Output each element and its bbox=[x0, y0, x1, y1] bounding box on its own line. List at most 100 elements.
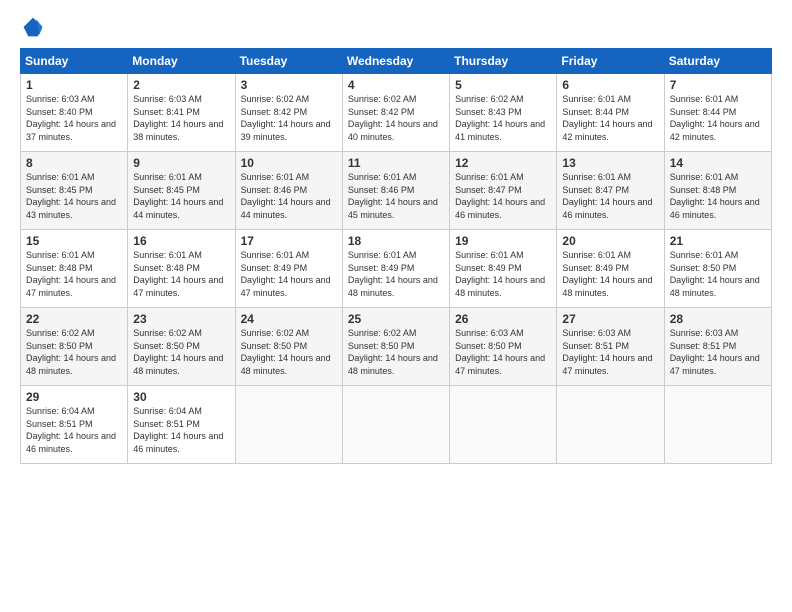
day-content: Sunrise: 6:01 AM Sunset: 8:46 PM Dayligh… bbox=[348, 171, 444, 221]
day-number: 29 bbox=[26, 390, 122, 404]
calendar-cell: 1 Sunrise: 6:03 AM Sunset: 8:40 PM Dayli… bbox=[21, 74, 128, 152]
sunrise-label: Sunrise: 6:03 AM bbox=[26, 94, 95, 104]
calendar-cell: 23 Sunrise: 6:02 AM Sunset: 8:50 PM Dayl… bbox=[128, 308, 235, 386]
day-number: 24 bbox=[241, 312, 337, 326]
sunset-label: Sunset: 8:40 PM bbox=[26, 107, 93, 117]
sunrise-label: Sunrise: 6:01 AM bbox=[455, 172, 524, 182]
day-number: 9 bbox=[133, 156, 229, 170]
daylight-label: Daylight: 14 hours and 48 minutes. bbox=[133, 353, 223, 376]
sunset-label: Sunset: 8:49 PM bbox=[241, 263, 308, 273]
daylight-label: Daylight: 14 hours and 43 minutes. bbox=[26, 197, 116, 220]
day-number: 15 bbox=[26, 234, 122, 248]
sunrise-label: Sunrise: 6:01 AM bbox=[133, 250, 202, 260]
calendar-cell: 14 Sunrise: 6:01 AM Sunset: 8:48 PM Dayl… bbox=[664, 152, 771, 230]
calendar-cell bbox=[235, 386, 342, 464]
calendar-cell: 26 Sunrise: 6:03 AM Sunset: 8:50 PM Dayl… bbox=[450, 308, 557, 386]
day-number: 7 bbox=[670, 78, 766, 92]
sunset-label: Sunset: 8:46 PM bbox=[241, 185, 308, 195]
sunrise-label: Sunrise: 6:01 AM bbox=[670, 94, 739, 104]
logo bbox=[20, 16, 44, 38]
calendar-cell bbox=[342, 386, 449, 464]
day-number: 26 bbox=[455, 312, 551, 326]
day-content: Sunrise: 6:01 AM Sunset: 8:44 PM Dayligh… bbox=[562, 93, 658, 143]
sunrise-label: Sunrise: 6:03 AM bbox=[670, 328, 739, 338]
calendar-day-header: Wednesday bbox=[342, 49, 449, 74]
sunrise-label: Sunrise: 6:01 AM bbox=[562, 250, 631, 260]
daylight-label: Daylight: 14 hours and 48 minutes. bbox=[26, 353, 116, 376]
daylight-label: Daylight: 14 hours and 42 minutes. bbox=[670, 119, 760, 142]
day-number: 27 bbox=[562, 312, 658, 326]
calendar-cell: 13 Sunrise: 6:01 AM Sunset: 8:47 PM Dayl… bbox=[557, 152, 664, 230]
sunrise-label: Sunrise: 6:01 AM bbox=[670, 172, 739, 182]
calendar-cell: 27 Sunrise: 6:03 AM Sunset: 8:51 PM Dayl… bbox=[557, 308, 664, 386]
daylight-label: Daylight: 14 hours and 46 minutes. bbox=[26, 431, 116, 454]
day-number: 3 bbox=[241, 78, 337, 92]
calendar-week-row: 1 Sunrise: 6:03 AM Sunset: 8:40 PM Dayli… bbox=[21, 74, 772, 152]
calendar-cell: 3 Sunrise: 6:02 AM Sunset: 8:42 PM Dayli… bbox=[235, 74, 342, 152]
day-content: Sunrise: 6:03 AM Sunset: 8:50 PM Dayligh… bbox=[455, 327, 551, 377]
daylight-label: Daylight: 14 hours and 45 minutes. bbox=[348, 197, 438, 220]
calendar-cell: 11 Sunrise: 6:01 AM Sunset: 8:46 PM Dayl… bbox=[342, 152, 449, 230]
day-content: Sunrise: 6:01 AM Sunset: 8:49 PM Dayligh… bbox=[562, 249, 658, 299]
sunset-label: Sunset: 8:41 PM bbox=[133, 107, 200, 117]
calendar-cell: 17 Sunrise: 6:01 AM Sunset: 8:49 PM Dayl… bbox=[235, 230, 342, 308]
sunset-label: Sunset: 8:45 PM bbox=[26, 185, 93, 195]
sunrise-label: Sunrise: 6:03 AM bbox=[562, 328, 631, 338]
day-number: 14 bbox=[670, 156, 766, 170]
daylight-label: Daylight: 14 hours and 47 minutes. bbox=[455, 353, 545, 376]
day-content: Sunrise: 6:03 AM Sunset: 8:41 PM Dayligh… bbox=[133, 93, 229, 143]
daylight-label: Daylight: 14 hours and 44 minutes. bbox=[133, 197, 223, 220]
day-content: Sunrise: 6:02 AM Sunset: 8:50 PM Dayligh… bbox=[241, 327, 337, 377]
daylight-label: Daylight: 14 hours and 48 minutes. bbox=[348, 353, 438, 376]
calendar-table: SundayMondayTuesdayWednesdayThursdayFrid… bbox=[20, 48, 772, 464]
day-content: Sunrise: 6:03 AM Sunset: 8:40 PM Dayligh… bbox=[26, 93, 122, 143]
sunset-label: Sunset: 8:50 PM bbox=[26, 341, 93, 351]
sunset-label: Sunset: 8:51 PM bbox=[26, 419, 93, 429]
calendar-cell: 16 Sunrise: 6:01 AM Sunset: 8:48 PM Dayl… bbox=[128, 230, 235, 308]
daylight-label: Daylight: 14 hours and 48 minutes. bbox=[241, 353, 331, 376]
sunrise-label: Sunrise: 6:04 AM bbox=[26, 406, 95, 416]
day-content: Sunrise: 6:03 AM Sunset: 8:51 PM Dayligh… bbox=[562, 327, 658, 377]
calendar-cell: 9 Sunrise: 6:01 AM Sunset: 8:45 PM Dayli… bbox=[128, 152, 235, 230]
calendar-day-header: Saturday bbox=[664, 49, 771, 74]
sunset-label: Sunset: 8:50 PM bbox=[133, 341, 200, 351]
sunset-label: Sunset: 8:44 PM bbox=[562, 107, 629, 117]
daylight-label: Daylight: 14 hours and 46 minutes. bbox=[455, 197, 545, 220]
day-number: 10 bbox=[241, 156, 337, 170]
day-number: 2 bbox=[133, 78, 229, 92]
calendar-day-header: Thursday bbox=[450, 49, 557, 74]
day-number: 21 bbox=[670, 234, 766, 248]
sunset-label: Sunset: 8:42 PM bbox=[241, 107, 308, 117]
sunrise-label: Sunrise: 6:01 AM bbox=[455, 250, 524, 260]
calendar-cell: 20 Sunrise: 6:01 AM Sunset: 8:49 PM Dayl… bbox=[557, 230, 664, 308]
daylight-label: Daylight: 14 hours and 47 minutes. bbox=[133, 275, 223, 298]
daylight-label: Daylight: 14 hours and 46 minutes. bbox=[562, 197, 652, 220]
sunrise-label: Sunrise: 6:01 AM bbox=[26, 172, 95, 182]
day-content: Sunrise: 6:02 AM Sunset: 8:50 PM Dayligh… bbox=[133, 327, 229, 377]
sunrise-label: Sunrise: 6:01 AM bbox=[133, 172, 202, 182]
day-number: 1 bbox=[26, 78, 122, 92]
day-number: 18 bbox=[348, 234, 444, 248]
day-number: 30 bbox=[133, 390, 229, 404]
daylight-label: Daylight: 14 hours and 47 minutes. bbox=[670, 353, 760, 376]
sunset-label: Sunset: 8:51 PM bbox=[133, 419, 200, 429]
day-number: 11 bbox=[348, 156, 444, 170]
daylight-label: Daylight: 14 hours and 47 minutes. bbox=[562, 353, 652, 376]
daylight-label: Daylight: 14 hours and 48 minutes. bbox=[670, 275, 760, 298]
sunset-label: Sunset: 8:46 PM bbox=[348, 185, 415, 195]
day-number: 25 bbox=[348, 312, 444, 326]
header bbox=[20, 16, 772, 38]
day-number: 17 bbox=[241, 234, 337, 248]
sunrise-label: Sunrise: 6:01 AM bbox=[26, 250, 95, 260]
calendar-page: SundayMondayTuesdayWednesdayThursdayFrid… bbox=[0, 0, 792, 612]
day-content: Sunrise: 6:02 AM Sunset: 8:42 PM Dayligh… bbox=[348, 93, 444, 143]
day-number: 12 bbox=[455, 156, 551, 170]
calendar-cell bbox=[557, 386, 664, 464]
day-number: 23 bbox=[133, 312, 229, 326]
sunrise-label: Sunrise: 6:01 AM bbox=[348, 250, 417, 260]
sunset-label: Sunset: 8:48 PM bbox=[133, 263, 200, 273]
calendar-cell: 4 Sunrise: 6:02 AM Sunset: 8:42 PM Dayli… bbox=[342, 74, 449, 152]
daylight-label: Daylight: 14 hours and 48 minutes. bbox=[348, 275, 438, 298]
sunset-label: Sunset: 8:49 PM bbox=[562, 263, 629, 273]
day-content: Sunrise: 6:01 AM Sunset: 8:49 PM Dayligh… bbox=[241, 249, 337, 299]
